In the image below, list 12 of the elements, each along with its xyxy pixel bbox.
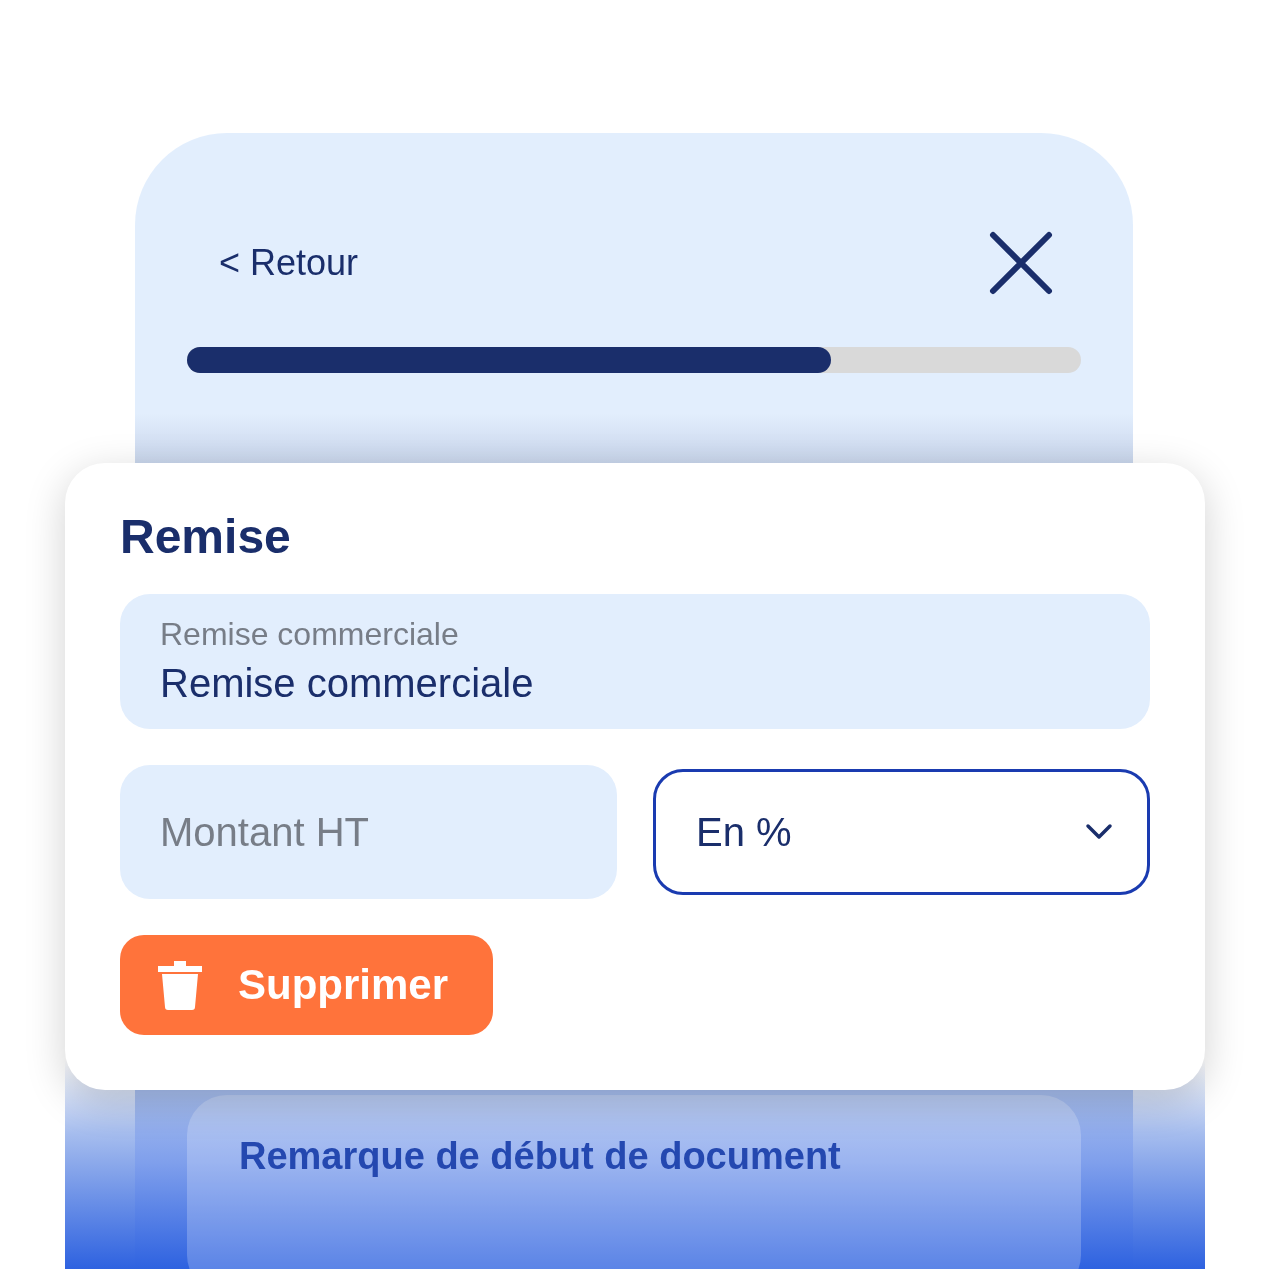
field-value: Remise commerciale bbox=[160, 661, 535, 706]
text-field[interactable]: Remise commerciale Remise commerciale bbox=[120, 594, 1150, 729]
back-link[interactable]: < Retour bbox=[219, 242, 359, 284]
field-label: Remise commerciale bbox=[160, 616, 460, 653]
card-title: Remise bbox=[120, 509, 292, 564]
remark-title: Remarque de début de document bbox=[239, 1135, 841, 1177]
remark-card[interactable]: Remarque de début de document bbox=[187, 1095, 1081, 1269]
chevron-down-icon bbox=[1085, 823, 1113, 841]
amount-field[interactable]: Montant HT bbox=[120, 765, 617, 899]
trash-icon bbox=[158, 960, 202, 1010]
unit-dropdown[interactable]: En % bbox=[653, 769, 1150, 895]
close-icon[interactable] bbox=[989, 231, 1053, 295]
